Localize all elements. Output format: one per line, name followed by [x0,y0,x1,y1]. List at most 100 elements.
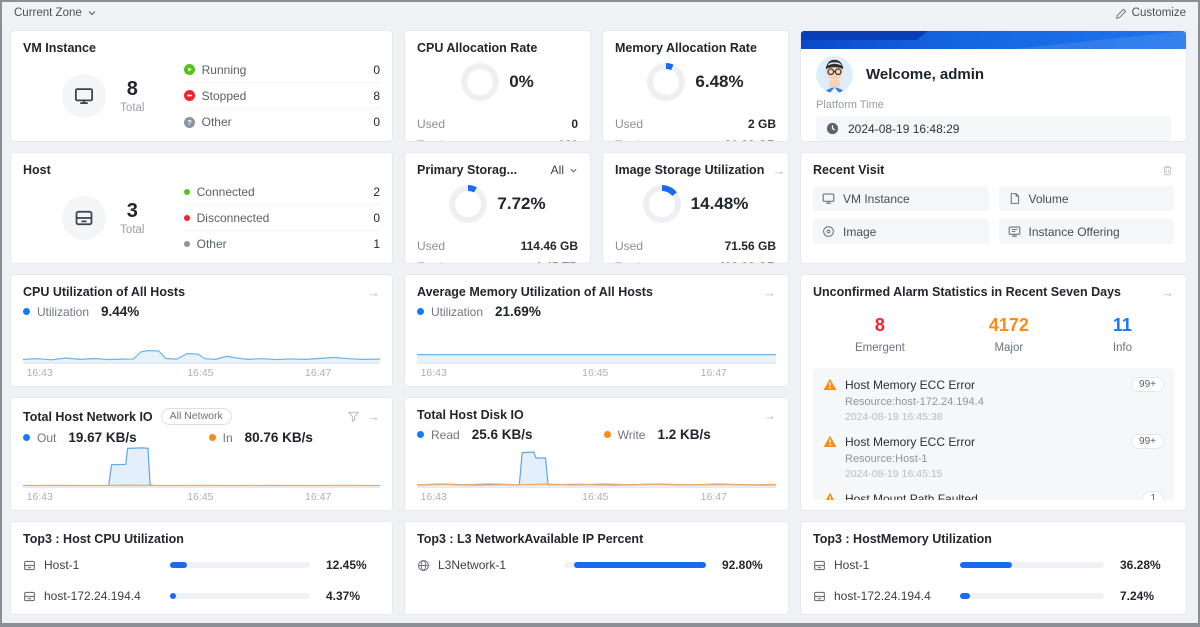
image-disc-icon [822,225,835,238]
warning-icon [823,435,837,448]
arrow-right-icon[interactable]: → [367,286,380,299]
cpu-util-legend-label: Utilization [37,305,89,319]
volume-icon [1008,192,1021,205]
recent-visit-instance-offering[interactable]: Instance Offering [999,219,1175,244]
alarm-title: Host Mount Path Faulted [845,492,1134,501]
top3-row[interactable]: host-172.24.194.4 7.24% [813,585,1174,607]
recent-visit-vm-instance[interactable]: VM Instance [813,186,989,211]
cpu-alloc-title: CPU Allocation Rate [417,41,537,55]
arrow-right-icon[interactable]: → [763,409,776,422]
alarm-title: Host Memory ECC Error [845,435,1123,449]
warning-icon [823,378,837,391]
primary-storage-filter[interactable]: All [551,163,578,177]
x-tick: 16:45 [582,367,608,379]
top3-row-percent: 7.24% [1112,589,1174,603]
globe-icon [417,559,430,572]
alarm-stat-emergent[interactable]: 8 Emergent [855,315,905,354]
vm-status-stopped-row[interactable]: Stopped 8 [184,83,380,109]
disconnected-label: Disconnected [197,211,367,225]
chevron-down-icon [569,166,578,175]
vm-total-value: 8 [120,78,144,101]
mem-util-legend-label: Utilization [431,305,483,319]
top3-host-cpu-card: Top3 : Host CPU Utilization Host-1 12.45… [10,521,393,615]
alarm-item[interactable]: Host Memory ECC Error 99+ Resource:Host-… [823,434,1164,480]
welcome-card: Welcome, admin Platform Time 2024-08-19 … [800,30,1187,142]
customize-button[interactable]: Customize [1116,7,1186,19]
cpu-utilization-card: CPU Utilization of All Hosts → Utilizati… [10,274,393,387]
zone-selector[interactable]: Current Zone [14,7,97,19]
customize-label: Customize [1132,7,1186,19]
avatar [816,56,853,93]
is-used-label: Used [615,239,725,253]
top-bar: Current Zone Customize [2,2,1198,24]
recent-visit-volume[interactable]: Volume [999,186,1175,211]
running-value: 0 [373,63,380,77]
recent-visit-image-label: Image [843,225,876,239]
top3-row-percent: 36.28% [1112,558,1174,572]
alarm-resource: Resource:Host-1 [845,453,1164,465]
top3-row[interactable]: Host-1 36.28% [813,554,1174,576]
out-value: 19.67 KB/s [68,430,136,445]
vm-status-running-row[interactable]: Running 0 [184,57,380,83]
progress-bar [170,593,310,599]
host-status-disconnected-row[interactable]: Disconnected 0 [184,205,380,231]
arrow-right-icon[interactable]: → [367,410,380,423]
top3-row[interactable]: Host-1 12.45% [23,554,380,576]
network-io-x-axis: 16:43 16:45 16:47 [23,486,380,500]
x-tick: 16:47 [701,491,727,503]
host-card: Host 3 Total Connected 2 Dis [10,152,393,264]
alarm-count-badge: 1 [1142,491,1164,500]
cpu-util-x-axis: 16:43 16:45 16:47 [23,362,380,376]
recent-visit-image[interactable]: Image [813,219,989,244]
x-tick: 16:47 [305,367,331,379]
arrow-right-icon[interactable]: → [763,286,776,299]
cpu-used-label: Used [417,117,571,131]
top3-row-name: Host-1 [44,558,162,572]
host-status-connected-row[interactable]: Connected 2 [184,179,380,205]
legend-dot-orange [604,431,611,438]
alarm-stat-info[interactable]: 11 Info [1113,315,1132,354]
host-status-other-row[interactable]: Other 1 [184,231,380,257]
emergent-count: 8 [855,315,905,336]
warning-icon [823,492,837,500]
top3-mem-title: Top3 : HostMemory Utilization [813,532,992,546]
cpu-alloc-percent: 0% [509,72,534,92]
top3-row-name: host-172.24.194.4 [834,589,952,603]
vm-status-other-row[interactable]: ? Other 0 [184,109,380,135]
alarm-item[interactable]: Host Memory ECC Error 99+ Resource:host-… [823,377,1164,423]
primary-storage-filter-value: All [551,163,564,177]
progress-bar-fill [170,562,187,568]
network-filter-tag[interactable]: All Network [161,408,232,425]
image-storage-donut [643,185,681,223]
trash-icon[interactable] [1161,164,1174,177]
major-label: Major [989,342,1029,354]
arrow-right-icon[interactable]: → [772,164,785,177]
welcome-title: Welcome, admin [866,66,984,83]
top3-host-memory-card: Top3 : HostMemory Utilization Host-1 36.… [800,521,1187,615]
mem-alloc-title: Memory Allocation Rate [615,41,757,55]
top3-row[interactable]: host-172.24.194.4 4.37% [23,585,380,607]
mem-used-value: 2 GB [748,117,776,131]
in-value: 80.76 KB/s [245,430,313,445]
zone-selector-label: Current Zone [14,7,82,19]
ps-total-value: 1.45 TB [535,260,578,264]
filter-funnel-icon[interactable] [348,411,359,422]
top3-row-name: L3Network-1 [438,558,556,572]
arrow-right-icon[interactable]: → [1161,286,1174,299]
image-storage-card: Image Storage Utilization → 14.48% Used7… [602,152,789,264]
alarm-item[interactable]: Host Mount Path Faulted 1 Resource:host-… [823,491,1164,500]
disk-io-card: Total Host Disk IO → Read 25.6 KB/s Writ… [404,397,789,511]
vm-instance-icon [822,192,835,205]
image-storage-title: Image Storage Utilization [615,163,764,177]
in-label: In [223,431,233,445]
progress-bar [564,562,706,568]
network-io-title: Total Host Network IO [23,410,153,424]
top3-l3-title: Top3 : L3 NetworkAvailable IP Percent [417,532,643,546]
host-server-icon [62,196,106,240]
alarm-list: Host Memory ECC Error 99+ Resource:host-… [813,368,1174,500]
alarm-time: 2024-08-19 16:45:38 [845,411,1164,423]
host-icon [23,559,36,572]
alarm-stat-major[interactable]: 4172 Major [989,315,1029,354]
top3-row[interactable]: L3Network-1 92.80% [417,554,776,576]
x-tick: 16:43 [421,491,447,503]
